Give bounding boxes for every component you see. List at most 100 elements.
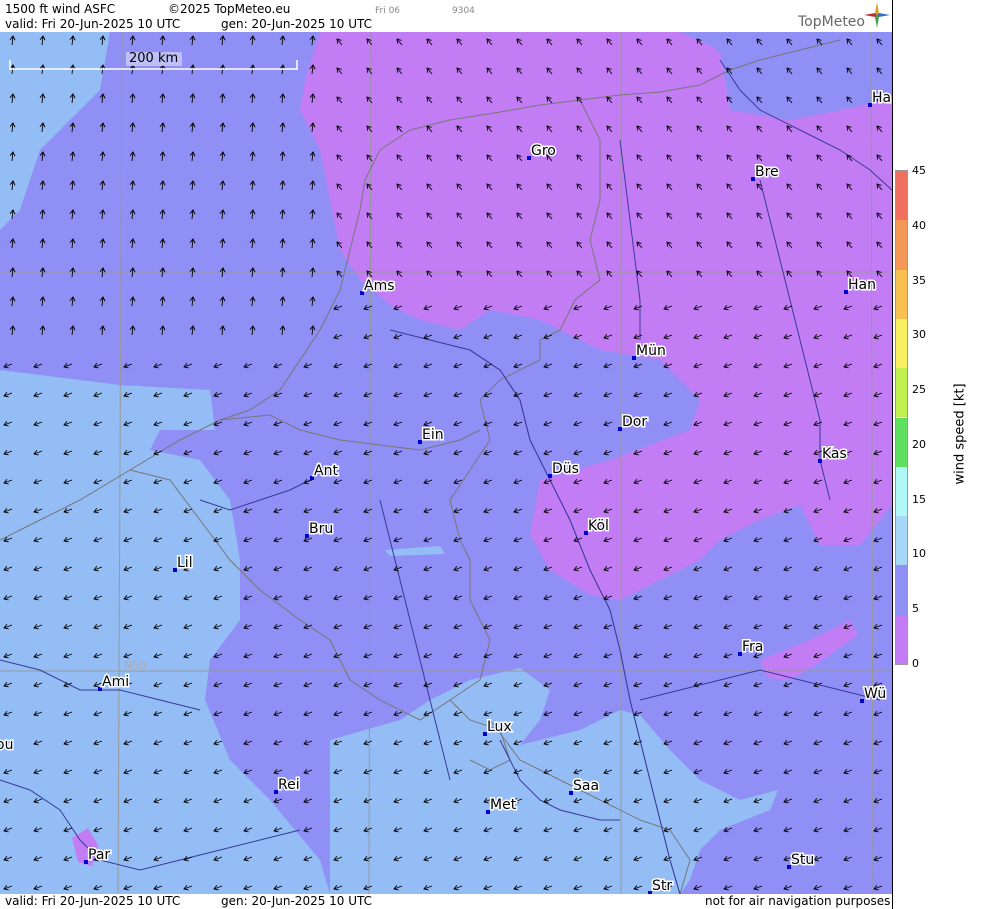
wind-arrow xyxy=(303,449,313,456)
wind-arrow xyxy=(273,536,283,543)
wind-arrow xyxy=(483,652,493,659)
wind-arrow xyxy=(309,180,316,191)
wind-arrow xyxy=(363,536,373,543)
wind-arrow xyxy=(633,362,643,369)
wind-arrow xyxy=(363,391,373,398)
wind-arrow xyxy=(573,681,583,688)
wind-arrow xyxy=(663,681,673,688)
wind-map[interactable]: Gro Bre Ha Ams Han Mün Dor Ein Kas Düs Ant Köl Bru Li… xyxy=(0,32,892,894)
wind-arrow xyxy=(723,652,733,659)
wind-arrow xyxy=(189,296,196,307)
wind-arrow xyxy=(783,797,793,804)
wind-arrow xyxy=(189,35,196,46)
wind-arrow xyxy=(573,420,583,427)
header-bar: 1500 ft wind ASFC ©2025 TopMeteo.eu Fri … xyxy=(0,0,892,32)
wind-arrow xyxy=(363,594,373,601)
wind-arrow xyxy=(333,304,343,311)
wind-arrow xyxy=(453,391,463,398)
wind-arrow xyxy=(393,710,403,717)
wind-arrow xyxy=(213,710,223,717)
wind-arrow xyxy=(333,420,343,427)
wind-arrow xyxy=(303,768,313,775)
wind-arrow xyxy=(69,122,76,133)
wind-arrow xyxy=(723,884,733,891)
wind-arrow xyxy=(303,826,313,833)
wind-arrow xyxy=(543,652,553,659)
wind-arrow xyxy=(603,420,613,427)
legend-title: wind speed [kt] xyxy=(952,383,968,485)
city-label: Ams xyxy=(364,278,395,294)
wind-arrow xyxy=(189,122,196,133)
wind-arrow xyxy=(303,507,313,514)
wind-arrow xyxy=(333,536,343,543)
wind-arrow xyxy=(513,478,523,485)
wind-arrow xyxy=(513,623,523,630)
wind-arrow xyxy=(513,652,523,659)
wind-arrow xyxy=(159,180,166,191)
wind-arrow xyxy=(333,449,343,456)
wind-arrow xyxy=(183,362,193,369)
wind-arrow xyxy=(333,507,343,514)
wind-arrow xyxy=(333,594,343,601)
wind-arrow xyxy=(153,362,163,369)
day-code: Fri 06 xyxy=(375,6,401,16)
wind-arrow xyxy=(723,739,733,746)
city-label: Wü xyxy=(864,686,886,702)
wind-arrow xyxy=(123,362,133,369)
wind-arrow xyxy=(453,333,463,340)
wind-arrow xyxy=(813,884,823,891)
wind-arrow xyxy=(483,594,493,601)
wind-arrow xyxy=(873,768,883,775)
wind-arrow xyxy=(693,565,703,572)
wind-arrow xyxy=(279,93,286,104)
wind-arrow xyxy=(423,681,433,688)
wind-arrow xyxy=(453,420,463,427)
footer-generated-time: gen: 20-Jun-2025 10 UTC xyxy=(221,894,373,908)
wind-arrow xyxy=(243,623,253,630)
city-label: Par xyxy=(88,847,110,863)
wind-arrow xyxy=(663,420,673,427)
wind-arrow xyxy=(249,151,256,162)
wind-arrow xyxy=(573,594,583,601)
wind-arrow xyxy=(513,565,523,572)
wind-arrow xyxy=(723,710,733,717)
wind-arrow xyxy=(249,93,256,104)
wind-arrow xyxy=(873,565,883,572)
wind-arrow xyxy=(843,884,853,891)
city-label: Han xyxy=(848,277,876,293)
city-label: Saa xyxy=(573,778,599,794)
wind-arrow xyxy=(573,623,583,630)
wind-arrow xyxy=(219,93,226,104)
wind-arrow xyxy=(129,93,136,104)
wind-arrow xyxy=(483,391,493,398)
wind-arrow xyxy=(813,710,823,717)
wind-arrow xyxy=(303,420,313,427)
wind-arrow xyxy=(159,325,166,336)
copyright: ©2025 TopMeteo.eu xyxy=(168,2,291,16)
disclaimer: not for air navigation purposes xyxy=(705,894,891,908)
wind-arrow xyxy=(873,884,883,891)
wind-arrow xyxy=(159,151,166,162)
wind-arrow xyxy=(243,420,253,427)
wind-arrow xyxy=(753,681,763,688)
wind-arrow xyxy=(249,209,256,220)
wind-arrow xyxy=(273,565,283,572)
wind-arrow xyxy=(843,681,853,688)
wind-arrow xyxy=(213,652,223,659)
wind-arrow xyxy=(723,768,733,775)
wind-arrow xyxy=(273,507,283,514)
wind-arrow xyxy=(843,739,853,746)
colorbar-segment xyxy=(896,565,907,615)
wind-arrow xyxy=(723,565,733,572)
wind-arrow xyxy=(393,507,403,514)
wind-arrow xyxy=(213,449,223,456)
brisk-wind-region-south xyxy=(330,668,778,894)
wind-arrow xyxy=(513,594,523,601)
wind-arrow xyxy=(723,826,733,833)
colorbar-segment xyxy=(896,516,907,566)
compass-logo-icon xyxy=(864,2,890,28)
wind-arrow xyxy=(243,565,253,572)
wind-arrow xyxy=(633,652,643,659)
wind-arrow xyxy=(843,594,853,601)
wind-arrow xyxy=(663,623,673,630)
